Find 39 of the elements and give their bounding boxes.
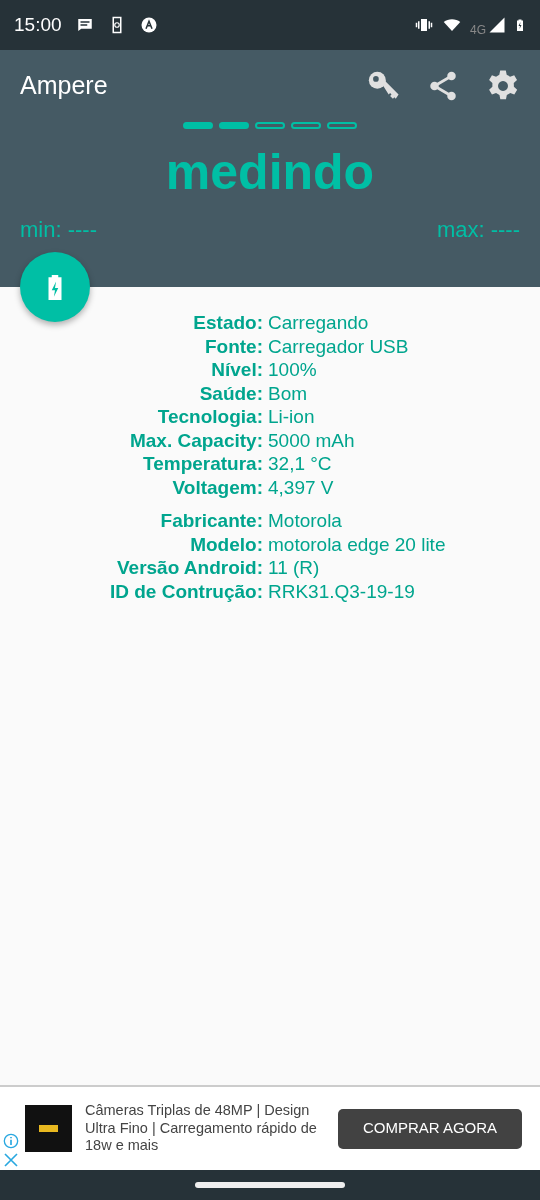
info-value: Li-ion [268, 405, 315, 429]
home-handle[interactable] [195, 1182, 345, 1188]
info-icon[interactable] [3, 1133, 19, 1149]
info-label: Temperatura: [142, 452, 264, 476]
vibrate-icon [414, 16, 434, 34]
ad-text: Câmeras Triplas de 48MP | Design Ultra Fino | Carregamento rápido de 18w e mais [85, 1102, 318, 1155]
app-title: Ampere [20, 70, 108, 102]
info-label: Max. Capacity: [128, 428, 264, 452]
info-label: Saúde: [198, 381, 264, 405]
info-label: Voltagem: [171, 475, 264, 499]
min-value: min: ---- [20, 216, 97, 244]
info-label: Nível: [210, 358, 264, 382]
network-type: 4G [470, 22, 486, 39]
info-value: 4,397 V [268, 475, 334, 499]
clock-time: 15:00 [14, 12, 62, 37]
info-label: Fonte: [203, 334, 264, 358]
info-value: motorola edge 20 lite [268, 532, 446, 556]
info-value: Carregando [268, 311, 369, 335]
info-value: Carregador USB [268, 334, 409, 358]
info-label: Estado: [192, 311, 264, 335]
signal-icon [488, 16, 506, 34]
info-value: 32,1 °C [268, 452, 332, 476]
info-label: Tecnologia: [156, 405, 264, 429]
font-a-icon [139, 16, 158, 34]
status-reading: medindo [164, 147, 376, 197]
info-value: Bom [268, 381, 308, 405]
info-label: Modelo: [189, 532, 264, 556]
buy-button[interactable]: COMPRAR AGORA [338, 1108, 522, 1149]
info-value: Motorola [268, 509, 342, 533]
info-value: 5000 mAh [268, 428, 355, 452]
max-value: max: ---- [436, 216, 520, 244]
info-value: 100% [268, 358, 317, 382]
info-value: 11 (R) [268, 556, 320, 580]
info-label: Fabricante: [159, 509, 264, 533]
info-label: Versão Android: [115, 556, 264, 580]
message-icon [75, 16, 94, 34]
close-icon[interactable] [3, 1152, 19, 1168]
info-label: ID de Contrução: [108, 579, 264, 603]
info-value: RRK31.Q3-19-19 [268, 579, 415, 603]
